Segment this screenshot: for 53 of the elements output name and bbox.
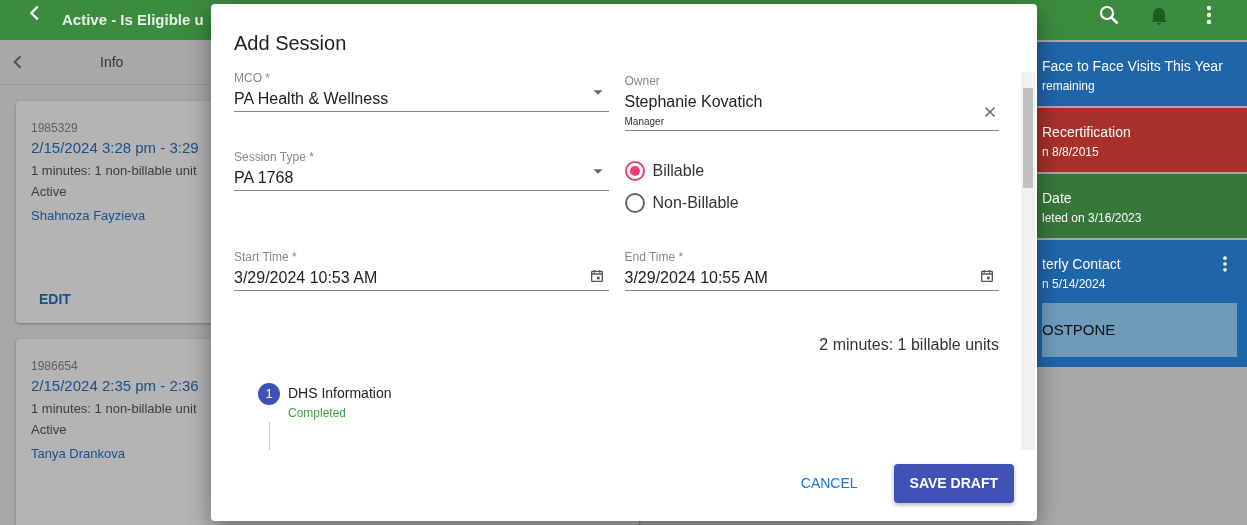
field-label: Session Type * xyxy=(234,149,314,166)
session-id: 1985329 xyxy=(31,120,78,137)
calendar-icon[interactable] xyxy=(979,268,995,284)
card-subtitle: n 5/14/2024 xyxy=(1042,276,1107,293)
person-link[interactable]: Shahnoza Fayzieva xyxy=(31,205,146,225)
calendar-icon[interactable] xyxy=(588,268,605,284)
session-time[interactable]: 2/15/2024 2:35 pm - 2:36 xyxy=(31,375,199,398)
field-label: MCO * xyxy=(234,72,271,87)
scrollbar[interactable] xyxy=(1021,72,1035,450)
field-value: 3/29/2024 10:55 AM xyxy=(624,268,768,288)
radio-label: Non-Billable xyxy=(652,193,739,213)
session-status: Active xyxy=(31,420,67,439)
select-field[interactable]: MCO * PA Health & Wellness xyxy=(234,72,609,112)
step-status: Completed xyxy=(288,405,348,422)
duration-summary: 2 minutes: 1 billable units xyxy=(819,335,999,355)
cancel-button[interactable]: CANCEL xyxy=(788,465,870,502)
edit-button[interactable]: EDIT xyxy=(31,283,79,316)
session-time[interactable]: 2/15/2024 3:28 pm - 3:29 xyxy=(31,137,199,160)
card-subtitle: n 8/8/2015 xyxy=(1042,144,1100,161)
save-draft-button[interactable]: SAVE DRAFT xyxy=(893,464,1014,503)
card-subtitle: remaining xyxy=(1042,78,1096,95)
field-value: Stephanie Kovatich xyxy=(624,92,763,112)
dialog-title: Add Session xyxy=(233,31,348,56)
field-value: PA Health & Wellness xyxy=(234,89,389,109)
field-label: Start Time * xyxy=(234,249,298,266)
datetime-field[interactable]: Start Time * 3/29/2024 10:53 AM xyxy=(234,243,609,291)
step-title: DHS Information xyxy=(288,384,392,403)
session-id: 1986654 xyxy=(31,358,78,375)
datetime-field[interactable]: End Time * 3/29/2024 10:55 AM xyxy=(624,243,999,291)
session-status: Active xyxy=(31,182,67,201)
radio-label: Billable xyxy=(652,161,705,181)
page-title: Active - Is Eligible u xyxy=(62,9,204,30)
step-number: 1 xyxy=(258,383,280,405)
search-icon[interactable] xyxy=(1097,3,1121,27)
card-title: Face to Face Visits This Year xyxy=(1042,57,1223,76)
card-title: Recertification xyxy=(1042,123,1131,142)
session-units: 1 minutes: 1 non-billable unit xyxy=(31,161,197,180)
select-field[interactable]: Session Type * PA 1768 xyxy=(234,151,609,191)
owner-field[interactable]: Owner Stephanie Kovatich Manager xyxy=(624,72,999,131)
radio-button[interactable] xyxy=(624,193,645,213)
card-title: Date xyxy=(1042,189,1073,208)
field-value: PA 1768 xyxy=(234,168,295,188)
field-label: End Time * xyxy=(624,249,685,266)
person-link[interactable]: Tanya Drankova xyxy=(31,443,125,463)
radio-button[interactable] xyxy=(624,161,645,181)
owner-role: Manager xyxy=(624,115,665,129)
panel-header: Info xyxy=(100,52,124,72)
card-title: terly Contact xyxy=(1042,255,1121,274)
postpone-button[interactable]: OSTPONE xyxy=(1042,303,1237,357)
field-value: 3/29/2024 10:53 AM xyxy=(234,268,378,288)
field-label: Owner xyxy=(624,73,661,90)
card-subtitle: leted on 3/16/2023 xyxy=(1042,210,1142,227)
session-units: 1 minutes: 1 non-billable unit xyxy=(31,399,197,418)
